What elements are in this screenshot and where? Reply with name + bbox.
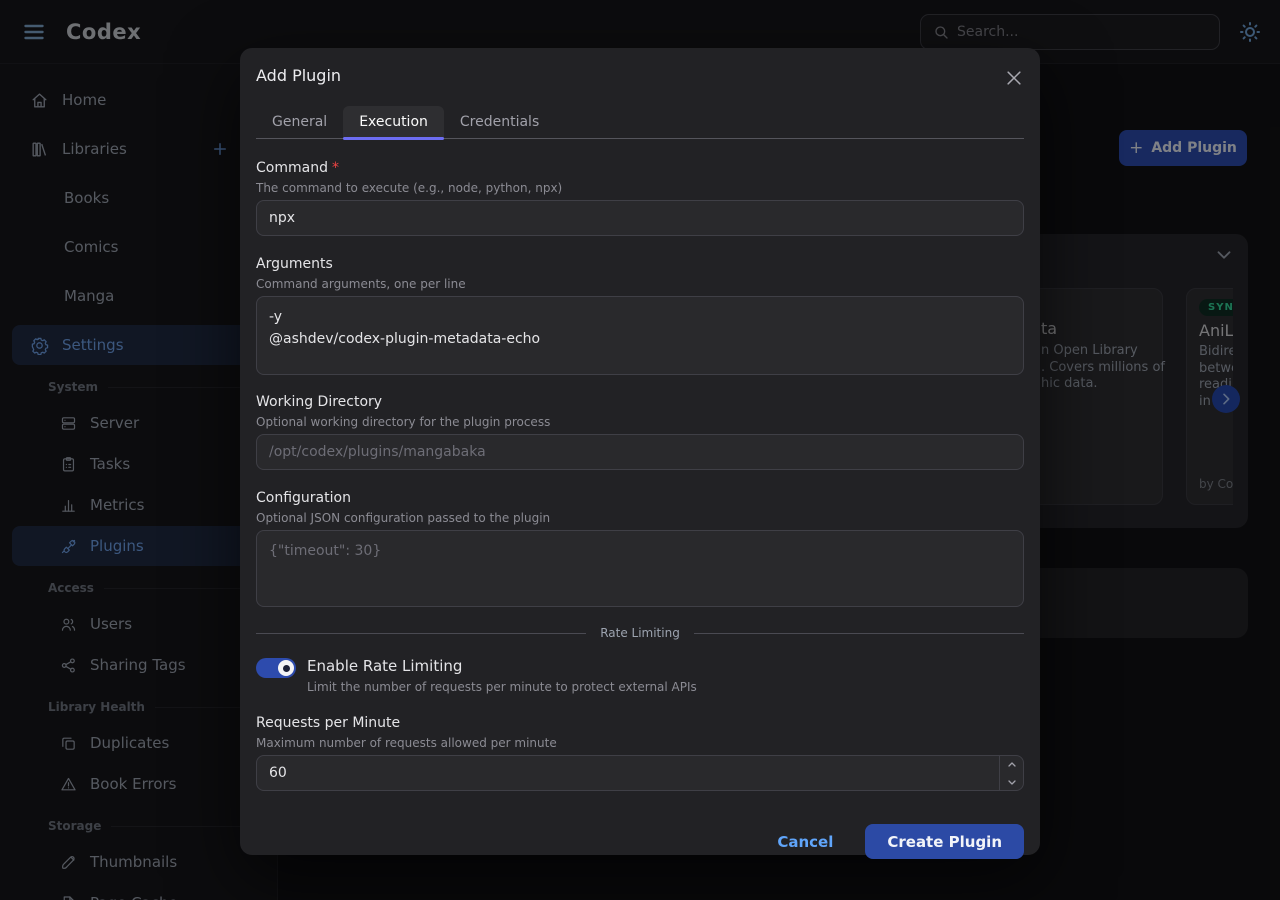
modal-tabs: General Execution Credentials (256, 106, 1024, 139)
arguments-textarea[interactable]: -y @ashdev/codex-plugin-metadata-echo (256, 296, 1024, 375)
add-plugin-modal: Add Plugin General Execution Credentials… (240, 48, 1040, 855)
configuration-helper: Optional JSON configuration passed to th… (256, 511, 1024, 525)
tab-general[interactable]: General (256, 106, 343, 138)
tab-credentials[interactable]: Credentials (444, 106, 555, 138)
section-title: Rate Limiting (600, 626, 680, 640)
command-label: Command* (256, 160, 1024, 176)
arguments-helper: Command arguments, one per line (256, 277, 1024, 291)
close-icon[interactable] (1004, 68, 1024, 88)
number-stepper (999, 756, 1023, 790)
working-directory-field: Working Directory Optional working direc… (256, 394, 1024, 470)
enable-rate-limiting-row: Enable Rate Limiting Limit the number of… (256, 657, 1024, 694)
configuration-label: Configuration (256, 490, 1024, 506)
enable-rate-limiting-helper: Limit the number of requests per minute … (307, 680, 697, 694)
toggle-knob (278, 660, 294, 676)
required-asterisk: * (332, 160, 339, 176)
create-plugin-button[interactable]: Create Plugin (865, 824, 1024, 859)
command-input[interactable] (256, 200, 1024, 236)
rate-limiting-section-divider: Rate Limiting (256, 626, 1024, 640)
requests-per-minute-field: Requests per Minute Maximum number of re… (256, 715, 1024, 791)
command-helper: The command to execute (e.g., node, pyth… (256, 181, 1024, 195)
working-directory-label: Working Directory (256, 394, 1024, 410)
arguments-field: Arguments Command arguments, one per lin… (256, 256, 1024, 375)
requests-per-minute-label: Requests per Minute (256, 715, 1024, 731)
enable-rate-limiting-label: Enable Rate Limiting (307, 657, 697, 675)
tab-execution[interactable]: Execution (343, 106, 444, 138)
modal-title: Add Plugin (256, 66, 341, 85)
configuration-field: Configuration Optional JSON configuratio… (256, 490, 1024, 607)
command-field: Command* The command to execute (e.g., n… (256, 160, 1024, 236)
configuration-textarea[interactable] (256, 530, 1024, 607)
working-directory-input[interactable] (256, 434, 1024, 470)
requests-per-minute-helper: Maximum number of requests allowed per m… (256, 736, 1024, 750)
cancel-button[interactable]: Cancel (759, 825, 851, 859)
stepper-up-icon[interactable] (1000, 756, 1023, 773)
stepper-down-icon[interactable] (1000, 773, 1023, 790)
working-directory-helper: Optional working directory for the plugi… (256, 415, 1024, 429)
requests-per-minute-input[interactable] (256, 755, 1024, 791)
arguments-label: Arguments (256, 256, 1024, 272)
enable-rate-limiting-toggle[interactable] (256, 658, 296, 678)
